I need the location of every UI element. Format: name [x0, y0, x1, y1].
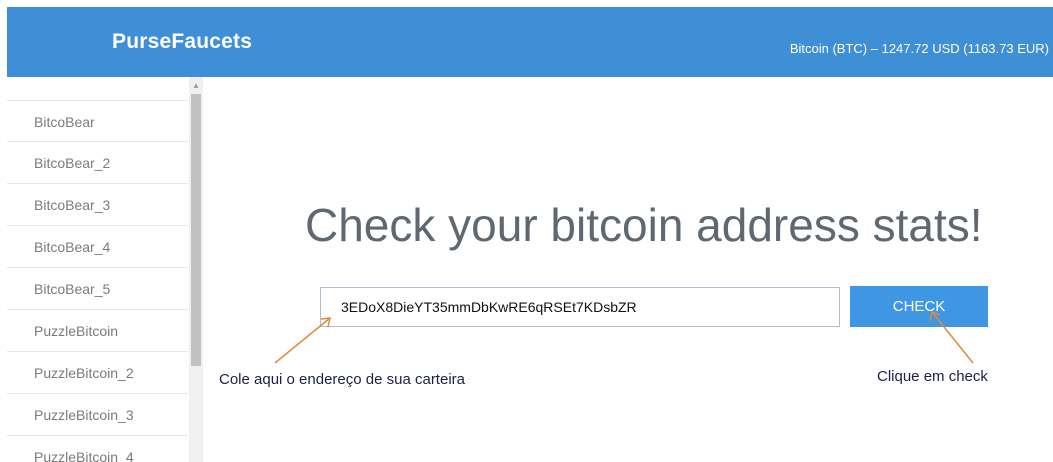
paste-address-annotation: Cole aqui o endereço de sua carteira [219, 371, 465, 388]
annotation-arrows [274, 310, 974, 364]
annotation-arrow-icon [929, 310, 974, 364]
click-check-annotation: Clique em check [877, 368, 988, 385]
annotation-arrow-icon [274, 317, 331, 364]
